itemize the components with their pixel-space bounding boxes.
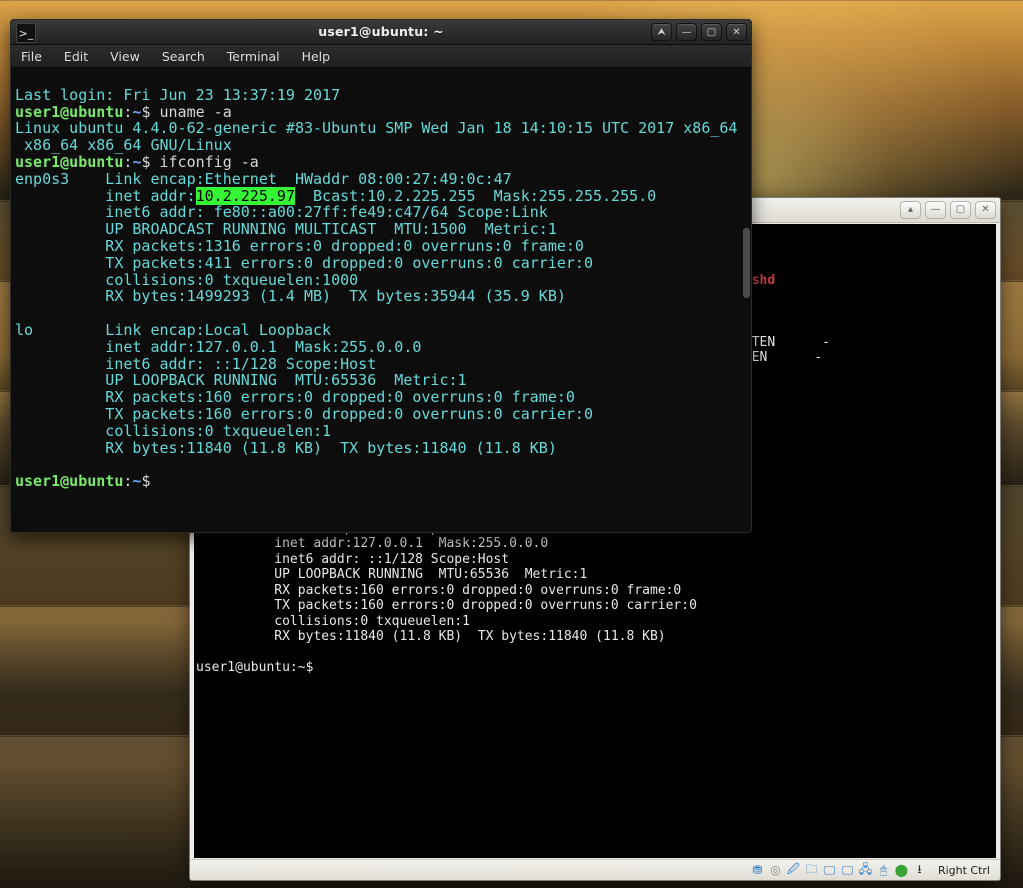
ifconfig-lo: RX packets:160 errors:0 dropped:0 overru… (15, 388, 575, 406)
window-title: user1@ubuntu: ~ (11, 20, 751, 44)
last-login-line: Last login: Fri Jun 23 13:37:19 2017 (15, 86, 340, 104)
ifconfig-lo: RX bytes:11840 (11.8 KB) TX bytes:11840 … (15, 439, 557, 457)
vb-display-icon[interactable]: 🖵 (822, 863, 837, 878)
vb-maximize-button[interactable]: ▢ (950, 201, 971, 219)
ifconfig-lo: lo Link encap:Local Loopback (15, 321, 331, 339)
menu-search[interactable]: Search (162, 49, 205, 64)
vb-network-icon[interactable]: 🖧 (858, 863, 873, 878)
vb-network-active-icon[interactable]: ⬤ (894, 863, 909, 878)
ifconfig-lo: UP LOOPBACK RUNNING MTU:65536 Metric:1 (15, 371, 467, 389)
prompt[interactable]: user1@ubuntu:~$ (15, 472, 160, 490)
ifconfig-lo: inet6 addr: ::1/128 Scope:Host (15, 355, 376, 373)
menu-file[interactable]: File (21, 49, 42, 64)
ifconfig-enp0s3: collisions:0 txqueuelen:1000 (15, 271, 358, 289)
titlebar[interactable]: >_ user1@ubuntu: ~ ⮝ — ▢ ✕ (11, 20, 751, 45)
vb-window-controls: ▴ — ▢ ✕ (900, 201, 996, 219)
minimize-button[interactable]: — (676, 23, 697, 41)
host-terminal-window[interactable]: >_ user1@ubuntu: ~ ⮝ — ▢ ✕ File Edit Vie… (10, 19, 752, 533)
ifconfig-lo: collisions:0 txqueuelen:1 (15, 422, 331, 440)
prompt[interactable]: user1@ubuntu:~$ ifconfig -a (15, 153, 259, 171)
vb-ifconfig-lo: inet6 addr: ::1/128 Scope:Host (196, 552, 509, 567)
scrollbar-thumb[interactable] (743, 228, 750, 298)
vb-shared-folder-icon[interactable]: 🗀 (804, 863, 819, 878)
vb-optical-icon[interactable]: ◎ (768, 863, 783, 878)
vb-hostkey-indicator-icon[interactable]: ⭳ (912, 863, 927, 878)
ifconfig-enp0s3: RX packets:1316 errors:0 dropped:0 overr… (15, 237, 584, 255)
vb-status-bar: ⛃ ◎ 🖉 🗀 🖵 🖵 🖧 🖰 ⬤ ⭳ Right Ctrl (190, 859, 1000, 880)
vb-hostkey-label: Right Ctrl (934, 864, 994, 877)
vb-ifconfig-lo: collisions:0 txqueuelen:1 (196, 614, 470, 629)
maximize-button[interactable]: ▢ (701, 23, 722, 41)
vb-usb-icon[interactable]: 🖉 (786, 863, 801, 878)
vb-ifconfig-lo: UP LOOPBACK RUNNING MTU:65536 Metric:1 (196, 567, 587, 582)
vb-ifconfig-lo: inet addr:127.0.0.1 Mask:255.0.0.0 (196, 536, 548, 551)
ifconfig-enp0s3: RX bytes:1499293 (1.4 MB) TX bytes:35944… (15, 287, 566, 305)
vb-ifconfig-lo: TX packets:160 errors:0 dropped:0 overru… (196, 598, 697, 613)
terminal-body[interactable]: Last login: Fri Jun 23 13:37:19 2017 use… (11, 68, 751, 532)
cmd-ifconfig: ifconfig -a (160, 153, 259, 171)
stick-button[interactable]: ⮝ (651, 23, 672, 41)
terminal-scrollbar[interactable] (742, 68, 751, 532)
menu-help[interactable]: Help (302, 49, 331, 64)
ifconfig-lo: inet addr:127.0.0.1 Mask:255.0.0.0 (15, 338, 421, 356)
vb-close-button[interactable]: ✕ (975, 201, 996, 219)
vb-stick-button[interactable]: ▴ (900, 201, 921, 219)
vb-prompt[interactable]: user1@ubuntu:~$ (196, 660, 321, 675)
highlighted-ip: 10.2.225.97 (196, 187, 295, 205)
menu-view[interactable]: View (110, 49, 140, 64)
cmd-uname: uname -a (160, 103, 232, 121)
ifconfig-enp0s3: enp0s3 Link encap:Ethernet HWaddr 08:00:… (15, 170, 512, 188)
ifconfig-lo: TX packets:160 errors:0 dropped:0 overru… (15, 405, 593, 423)
menubar: File Edit View Search Terminal Help (11, 45, 751, 68)
vb-display2-icon[interactable]: 🖵 (840, 863, 855, 878)
ifconfig-enp0s3: inet6 addr: fe80::a00:27ff:fe49:c47/64 S… (15, 203, 548, 221)
desktop-background: Oracle VM VirtualBox ▴ — ▢ ✕ sshda 0 13:… (0, 0, 1023, 888)
window-controls: ⮝ — ▢ ✕ (651, 23, 747, 41)
vb-ifconfig-lo: RX packets:160 errors:0 dropped:0 overru… (196, 583, 681, 598)
ifconfig-enp0s3: UP BROADCAST RUNNING MULTICAST MTU:1500 … (15, 220, 557, 238)
prompt[interactable]: user1@ubuntu:~$ uname -a (15, 103, 232, 121)
close-button[interactable]: ✕ (726, 23, 747, 41)
ifconfig-enp0s3: inet addr:10.2.225.97 Bcast:10.2.225.255… (15, 187, 656, 205)
vb-ifconfig-lo: RX bytes:11840 (11.8 KB) TX bytes:11840 … (196, 629, 666, 644)
menu-edit[interactable]: Edit (64, 49, 88, 64)
menu-terminal[interactable]: Terminal (227, 49, 280, 64)
vb-mouse-icon[interactable]: 🖰 (876, 863, 891, 878)
vb-hdd-icon[interactable]: ⛃ (750, 863, 765, 878)
uname-output: Linux ubuntu 4.4.0-62-generic #83-Ubuntu… (15, 119, 737, 154)
vb-minimize-button[interactable]: — (925, 201, 946, 219)
ifconfig-enp0s3: TX packets:411 errors:0 dropped:0 overru… (15, 254, 593, 272)
